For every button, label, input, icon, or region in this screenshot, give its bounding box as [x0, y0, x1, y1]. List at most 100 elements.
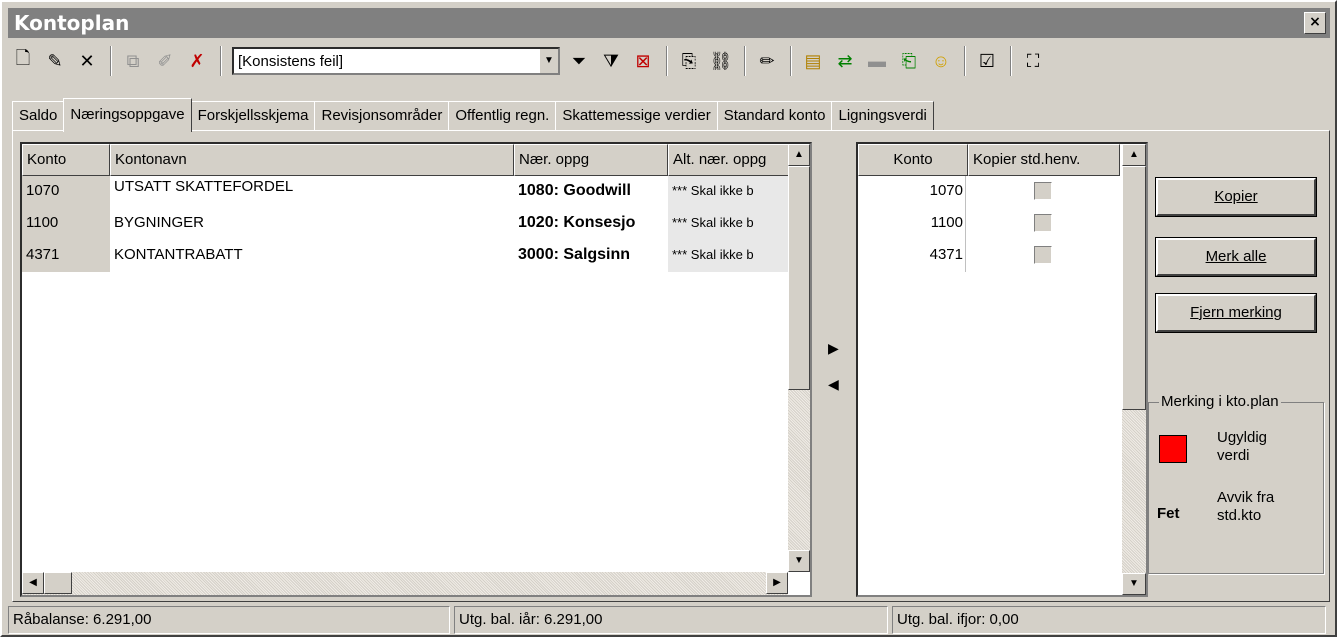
cell-kontonavn: KONTANTRABATT — [114, 246, 243, 263]
tab-skattemessige-verdier[interactable]: Skattemessige verdier — [555, 101, 718, 131]
cell-alt-naer: *** Skal ikke b — [668, 176, 790, 208]
dk-copy-icon[interactable]: ⎗ — [894, 46, 924, 76]
scroll-down-icon[interactable]: ▼ — [1122, 573, 1146, 595]
close-button[interactable]: × — [1304, 12, 1326, 34]
dk-transfer-icon[interactable]: ⇄ — [830, 46, 860, 76]
cell-konto: 1100 — [22, 208, 110, 240]
fjern-merking-button[interactable]: Fjern merking — [1155, 293, 1317, 333]
move-right-icon[interactable]: ▶ — [828, 340, 839, 357]
scroll-up-icon[interactable]: ▲ — [788, 144, 810, 166]
tab-forskjellsskjema[interactable]: Forskjellsskjema — [190, 101, 316, 131]
std-icon[interactable]: ▬ — [862, 46, 892, 76]
edit-icon[interactable]: ✎ — [40, 46, 70, 76]
filter-icon[interactable]: ⏷ — [564, 46, 594, 76]
copy-accounts-icon[interactable]: ⎘ — [674, 46, 704, 76]
transfer-bar: ▶ ◀ — [816, 142, 856, 597]
kopier-label: Kopier — [1214, 188, 1258, 205]
cell-konto: 1070 — [22, 176, 110, 208]
chevron-down-icon[interactable]: ▼ — [540, 49, 558, 73]
invalid-label: Ugyldig verdi — [1217, 429, 1267, 465]
status-utg-iaar: Utg. bal. iår: 6.291,00 — [454, 606, 888, 634]
copy-record-icon[interactable]: ⧉ — [118, 46, 148, 76]
legend-title: Merking i kto.plan — [1159, 393, 1281, 410]
tab-saldo[interactable]: Saldo — [12, 101, 65, 131]
filter-edit-icon[interactable]: ⧩ — [596, 46, 626, 76]
cell-alt-naer: *** Skal ikke b — [668, 208, 790, 240]
toolbar: 🗋 ✎ ✕ ⧉ ✐ ✗ [Konsistens feil] ▼ ⏷ ⧩ ⊠ ⎘ … — [8, 42, 1330, 80]
grid1-horizontal-scrollbar[interactable]: ◀ ▶ — [22, 572, 788, 595]
copy-checkbox[interactable] — [1034, 182, 1052, 200]
toolbar-separator — [220, 46, 222, 76]
cell-konto: 4371 — [858, 240, 966, 272]
toolbar-separator — [110, 46, 112, 76]
merk-alle-label: Merk alle — [1205, 248, 1267, 265]
title-bar: Kontoplan × — [8, 8, 1330, 38]
cell-naer-oppg: 3000: Salgsinn — [518, 246, 631, 263]
cell-konto: 1070 — [858, 176, 966, 208]
notes-icon[interactable]: ▤ — [798, 46, 828, 76]
cell-naer-oppg: 1080: Goodwill — [518, 182, 631, 199]
tab-offentlig-regn[interactable]: Offentlig regn. — [448, 101, 557, 131]
status-utg-ifjor: Utg. bal. ifjor: 0,00 — [892, 606, 1326, 634]
tab-revisjonsomrader[interactable]: Revisjonsområder — [314, 101, 450, 131]
deviation-label: Avvik fra std.kto — [1217, 489, 1274, 525]
column-header-kopier[interactable]: Kopier std.henv. — [968, 144, 1120, 176]
fjern-merking-label: Fjern merking — [1190, 304, 1282, 321]
tab-strip: Saldo Næringsoppgave Forskjellsskjema Re… — [12, 98, 934, 132]
delete-record-icon[interactable]: ✗ — [182, 46, 212, 76]
scroll-right-icon[interactable]: ▶ — [766, 572, 788, 594]
link-icon[interactable]: ⛓ — [706, 46, 736, 76]
toolbar-separator — [666, 46, 668, 76]
filter-clear-icon[interactable]: ⊠ — [628, 46, 658, 76]
cell-naer-oppg: 1020: Konsesjo — [518, 214, 636, 231]
help-face-icon[interactable]: ☺ — [926, 46, 956, 76]
tab-standard-konto[interactable]: Standard konto — [716, 101, 833, 131]
cell-konto: 4371 — [22, 240, 110, 272]
deviation-label-line1: Avvik fra — [1217, 489, 1275, 506]
account-grid[interactable]: Konto Kontonavn Nær. oppg Alt. nær. oppg… — [20, 142, 812, 597]
toolbar-separator — [1010, 46, 1012, 76]
scroll-up-icon[interactable]: ▲ — [1122, 144, 1146, 166]
copy-checkbox[interactable] — [1034, 246, 1052, 264]
scroll-thumb[interactable] — [788, 166, 810, 390]
kopier-button[interactable]: Kopier — [1155, 177, 1317, 217]
window-title: Kontoplan — [14, 11, 130, 35]
cell-alt-naer: *** Skal ikke b — [668, 240, 790, 272]
scroll-down-icon[interactable]: ▼ — [788, 550, 810, 572]
move-left-icon[interactable]: ◀ — [828, 376, 839, 393]
filter-value: [Konsistens feil] — [238, 52, 344, 70]
legend-box: Merking i kto.plan Ugyldig verdi Fet Avv… — [1148, 393, 1324, 574]
merk-alle-button[interactable]: Merk alle — [1155, 237, 1317, 277]
edit-record-icon[interactable]: ✐ — [150, 46, 180, 76]
tab-naeringsoppgave[interactable]: Næringsoppgave — [63, 98, 192, 132]
tab-ligningsverdi[interactable]: Ligningsverdi — [831, 101, 934, 131]
invalid-swatch — [1159, 435, 1187, 463]
column-header-konto[interactable]: Konto — [858, 144, 968, 176]
cell-kontonavn: BYGNINGER — [114, 214, 205, 231]
cell-konto: 1100 — [858, 208, 966, 240]
column-header-naer-oppg[interactable]: Nær. oppg — [514, 144, 668, 176]
checkbox-icon[interactable]: ☑ — [972, 46, 1002, 76]
column-header-konto[interactable]: Konto — [22, 144, 110, 176]
scroll-thumb[interactable] — [44, 572, 72, 594]
pencil-note-icon[interactable]: ✏ — [752, 46, 782, 76]
new-icon[interactable]: 🗋 — [8, 46, 38, 76]
column-header-alt-naer-oppg[interactable]: Alt. nær. oppg — [668, 144, 790, 176]
copy-checkbox[interactable] — [1034, 214, 1052, 232]
toolbar-separator — [790, 46, 792, 76]
copy-grid[interactable]: Konto Kopier std.henv. 1070 1100 4371 ▲ … — [856, 142, 1148, 597]
binoculars-icon[interactable]: ⛶ — [1018, 46, 1048, 76]
toolbar-separator — [964, 46, 966, 76]
status-raabalanse: Råbalanse: 6.291,00 — [8, 606, 450, 634]
grid1-vertical-scrollbar[interactable]: ▲ ▼ — [788, 144, 810, 572]
deviation-label-line2: std.kto — [1217, 507, 1262, 524]
scroll-thumb[interactable] — [1122, 166, 1146, 410]
toolbar-separator — [744, 46, 746, 76]
scroll-left-icon[interactable]: ◀ — [22, 572, 44, 594]
grid2-vertical-scrollbar[interactable]: ▲ ▼ — [1122, 144, 1146, 595]
invalid-label-line2: verdi — [1217, 447, 1250, 464]
cell-kontonavn: UTSATT SKATTEFORDEL — [114, 178, 294, 195]
delete-icon[interactable]: ✕ — [72, 46, 102, 76]
filter-combo[interactable]: [Konsistens feil] ▼ — [232, 47, 560, 75]
invalid-label-line1: Ugyldig — [1217, 429, 1268, 446]
